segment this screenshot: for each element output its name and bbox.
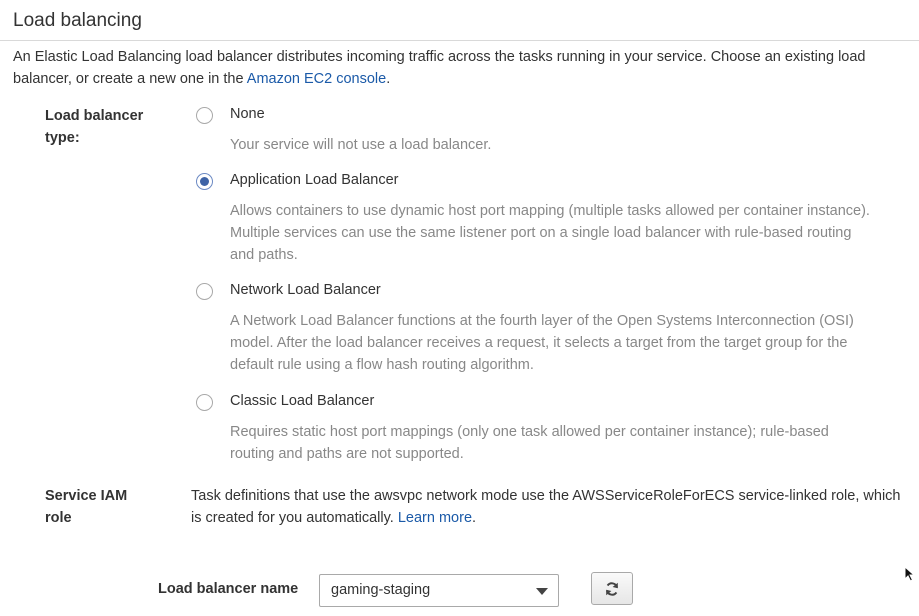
option-desc-classic: Requires static host port mappings (only… <box>230 424 829 462</box>
iam-text-suffix: . <box>472 510 477 526</box>
option-desc-none: Your service will not use a load balance… <box>230 137 492 153</box>
learn-more-link[interactable]: Learn more <box>398 510 472 526</box>
option-label-classic[interactable]: Classic Load Balancer <box>230 393 374 409</box>
section-divider <box>0 40 919 41</box>
lb-name-label: Load balancer name <box>158 581 299 597</box>
chevron-down-icon <box>536 588 548 595</box>
mouse-cursor-icon <box>904 566 916 582</box>
intro-paragraph: An Elastic Load Balancing load balancer … <box>13 46 913 90</box>
radio-classic[interactable] <box>196 394 213 411</box>
iam-role-text: Task definitions that use the awsvpc net… <box>191 485 906 529</box>
intro-suffix: . <box>386 71 391 87</box>
radio-none[interactable] <box>196 107 213 124</box>
radio-application[interactable] <box>196 173 213 190</box>
section-title: Load balancing <box>13 10 142 31</box>
refresh-icon <box>606 581 618 596</box>
radio-network[interactable] <box>196 283 213 300</box>
option-desc-network: A Network Load Balancer functions at the… <box>230 313 854 373</box>
lb-name-value: gaming-staging <box>331 582 431 598</box>
option-label-network[interactable]: Network Load Balancer <box>230 282 381 298</box>
iam-text-body: Task definitions that use the awsvpc net… <box>191 488 901 526</box>
option-desc-application: Allows containers to use dynamic host po… <box>230 203 870 263</box>
option-label-application[interactable]: Application Load Balancer <box>230 172 398 188</box>
lb-name-select[interactable]: gaming-staging <box>319 574 559 607</box>
option-label-none[interactable]: None <box>230 106 265 122</box>
lb-type-label: Load balancer type: <box>45 108 144 146</box>
intro-text: An Elastic Load Balancing load balancer … <box>13 49 866 87</box>
iam-role-label: Service IAM role <box>45 488 128 526</box>
ec2-console-link[interactable]: Amazon EC2 console <box>247 71 386 87</box>
refresh-button[interactable] <box>591 572 633 605</box>
